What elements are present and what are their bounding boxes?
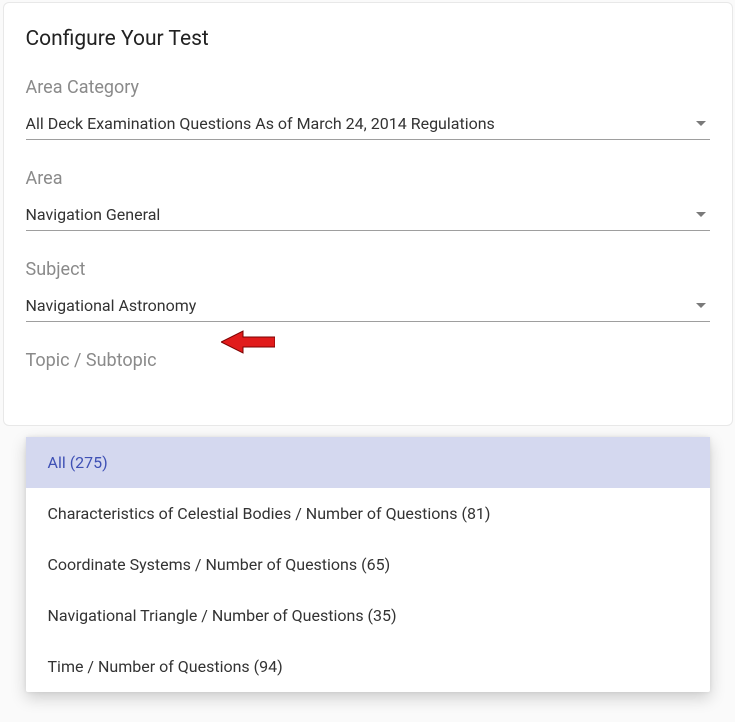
- field-topic: Topic / Subtopic: [26, 350, 710, 371]
- caret-down-icon: [696, 303, 706, 308]
- topic-option[interactable]: Characteristics of Celestial Bodies / Nu…: [26, 488, 710, 539]
- select-area-category[interactable]: All Deck Examination Questions As of Mar…: [26, 114, 710, 140]
- topic-dropdown-menu[interactable]: All (275)Characteristics of Celestial Bo…: [26, 437, 710, 692]
- topic-option[interactable]: Navigational Triangle / Number of Questi…: [26, 590, 710, 641]
- select-subject[interactable]: Navigational Astronomy: [26, 296, 710, 322]
- select-value-subject: Navigational Astronomy: [26, 296, 197, 315]
- caret-down-icon: [696, 121, 706, 126]
- topic-option[interactable]: All (275): [26, 437, 710, 488]
- select-value-area-category: All Deck Examination Questions As of Mar…: [26, 114, 495, 133]
- label-area: Area: [26, 168, 710, 189]
- page-title: Configure Your Test: [26, 27, 710, 51]
- field-area-category: Area Category All Deck Examination Quest…: [26, 77, 710, 140]
- topic-option[interactable]: Coordinate Systems / Number of Questions…: [26, 539, 710, 590]
- topic-option[interactable]: Time / Number of Questions (94): [26, 641, 710, 692]
- label-subject: Subject: [26, 259, 710, 280]
- select-value-area: Navigation General: [26, 205, 161, 224]
- label-topic: Topic / Subtopic: [26, 350, 157, 371]
- config-card: Configure Your Test Area Category All De…: [3, 2, 733, 426]
- field-area: Area Navigation General: [26, 168, 710, 231]
- label-area-category: Area Category: [26, 77, 710, 98]
- field-subject: Subject Navigational Astronomy: [26, 259, 710, 322]
- caret-down-icon: [696, 212, 706, 217]
- select-area[interactable]: Navigation General: [26, 205, 710, 231]
